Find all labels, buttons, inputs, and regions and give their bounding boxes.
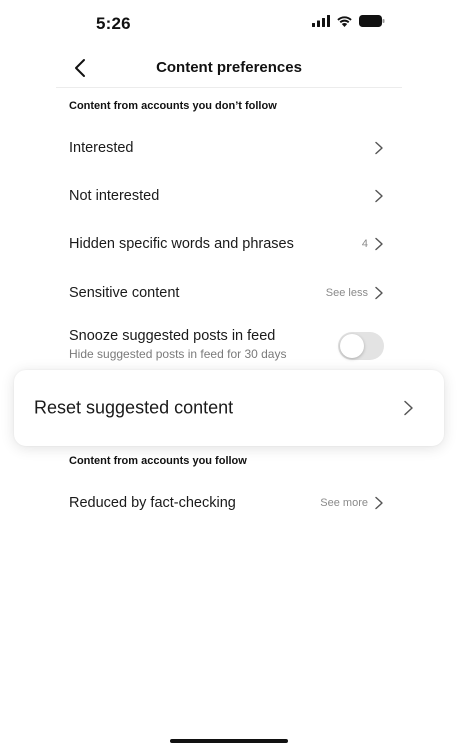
- snooze-subtitle: Hide suggested posts in feed for 30 days: [69, 347, 287, 361]
- row-not-interested[interactable]: Not interested: [56, 174, 402, 218]
- signal-icon: [312, 15, 330, 27]
- row-label: Sensitive content: [69, 285, 180, 301]
- row-interested[interactable]: Interested: [56, 126, 402, 170]
- chevron-right-icon: [404, 400, 413, 416]
- fact-checking-value: See more: [320, 497, 368, 509]
- section-header-followed: Content from accounts you follow: [69, 455, 247, 467]
- page-title: Content preferences: [156, 59, 302, 76]
- chevron-right-icon: [375, 237, 383, 251]
- reset-suggested-content-button[interactable]: Reset suggested content: [14, 370, 444, 446]
- status-time: 5:26: [96, 14, 131, 33]
- section-header-unfollowed: Content from accounts you don’t follow: [69, 100, 277, 112]
- row-fact-checking[interactable]: Reduced by fact-checking See more: [56, 481, 402, 525]
- chevron-right-icon: [375, 189, 383, 203]
- row-label: Reduced by fact-checking: [69, 495, 236, 511]
- snooze-toggle[interactable]: [338, 332, 384, 360]
- sensitive-content-value: See less: [325, 287, 368, 299]
- home-indicator[interactable]: [170, 739, 288, 743]
- row-label: Not interested: [69, 188, 160, 204]
- chevron-right-icon: [375, 496, 383, 510]
- toggle-knob: [340, 334, 364, 358]
- chevron-right-icon: [375, 286, 383, 300]
- row-label: Hidden specific words and phrases: [69, 236, 294, 252]
- reset-label: Reset suggested content: [34, 397, 234, 418]
- nav-bar: Content preferences: [56, 50, 402, 88]
- chevron-right-icon: [375, 141, 383, 155]
- snooze-title: Snooze suggested posts in feed: [69, 328, 276, 344]
- hidden-words-count: 4: [361, 238, 368, 250]
- status-icons: [312, 15, 385, 27]
- row-sensitive-content[interactable]: Sensitive content See less: [56, 271, 402, 315]
- battery-icon: [359, 15, 385, 27]
- status-bar: 5:26: [0, 0, 458, 50]
- wifi-icon: [337, 16, 352, 27]
- row-snooze-suggested: Snooze suggested posts in feed Hide sugg…: [56, 324, 402, 368]
- row-hidden-words[interactable]: Hidden specific words and phrases 4: [56, 222, 402, 266]
- row-label: Interested: [69, 140, 134, 156]
